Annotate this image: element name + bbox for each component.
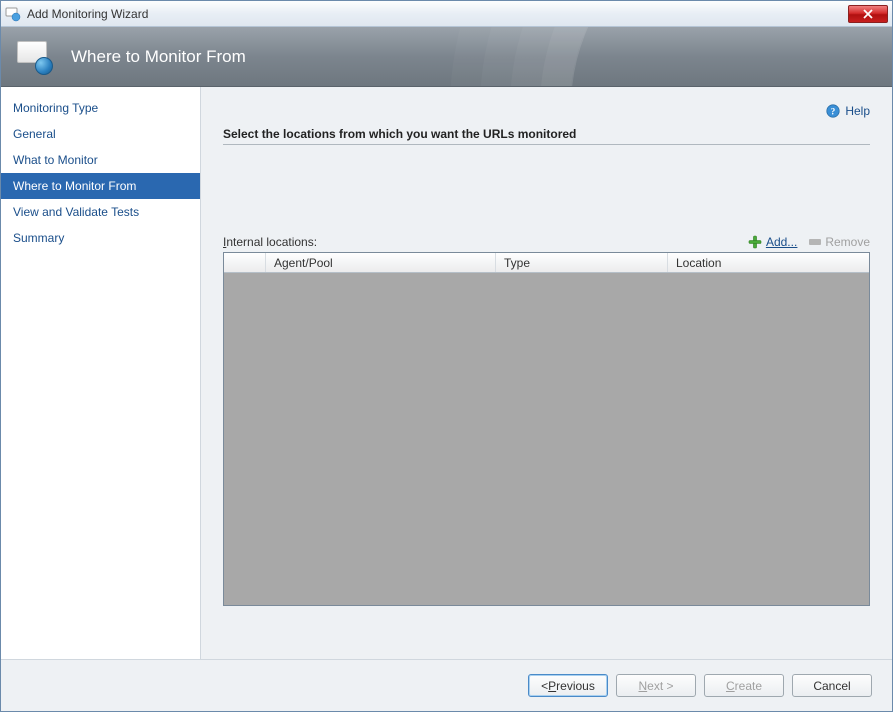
help-icon: ? [826, 104, 840, 118]
header-band: Where to Monitor From [1, 27, 892, 87]
help-link[interactable]: ? Help [826, 104, 870, 118]
remove-label: Remove [825, 235, 870, 249]
plus-icon [748, 235, 762, 249]
sidebar-item-monitoring-type[interactable]: Monitoring Type [1, 95, 200, 121]
toolbar-buttons: Add... Remove [748, 235, 870, 249]
sidebar-item-view-validate[interactable]: View and Validate Tests [1, 199, 200, 225]
column-type[interactable]: Type [496, 253, 668, 272]
page-title: Where to Monitor From [71, 47, 246, 67]
sidebar-item-where-to-monitor-from[interactable]: Where to Monitor From [1, 173, 200, 199]
column-checkbox[interactable] [224, 253, 266, 272]
add-button[interactable]: Add... [748, 235, 797, 249]
svg-text:?: ? [831, 107, 836, 117]
instruction-text: Select the locations from which you want… [223, 127, 870, 145]
locations-toolbar: Internal locations: Add... Remove [223, 235, 870, 249]
column-location[interactable]: Location [668, 253, 869, 272]
body: Monitoring Type General What to Monitor … [1, 87, 892, 659]
footer: < Previous Next > Create Cancel [1, 659, 892, 711]
content-area: ? Help Select the locations from which y… [201, 87, 892, 659]
wizard-header-icon [17, 39, 53, 75]
internal-locations-label: Internal locations: [223, 235, 317, 249]
create-button: Create [704, 674, 784, 697]
sidebar-item-summary[interactable]: Summary [1, 225, 200, 251]
next-button[interactable]: Next > [616, 674, 696, 697]
window-title: Add Monitoring Wizard [27, 7, 848, 21]
cancel-button[interactable]: Cancel [792, 674, 872, 697]
sidebar-item-general[interactable]: General [1, 121, 200, 147]
sidebar-item-what-to-monitor[interactable]: What to Monitor [1, 147, 200, 173]
minus-icon [809, 239, 821, 245]
wizard-window: Add Monitoring Wizard Where to Monitor F… [0, 0, 893, 712]
column-agent[interactable]: Agent/Pool [266, 253, 496, 272]
previous-button[interactable]: < Previous [528, 674, 608, 697]
locations-table: Agent/Pool Type Location [223, 252, 870, 606]
table-body [224, 273, 869, 605]
remove-button: Remove [809, 235, 870, 249]
titlebar: Add Monitoring Wizard [1, 1, 892, 27]
sidebar: Monitoring Type General What to Monitor … [1, 87, 201, 659]
app-icon [5, 6, 21, 22]
help-row: ? Help [223, 101, 870, 121]
close-icon [863, 9, 873, 19]
table-header: Agent/Pool Type Location [224, 253, 869, 273]
help-label: Help [845, 104, 870, 118]
close-button[interactable] [848, 5, 888, 23]
